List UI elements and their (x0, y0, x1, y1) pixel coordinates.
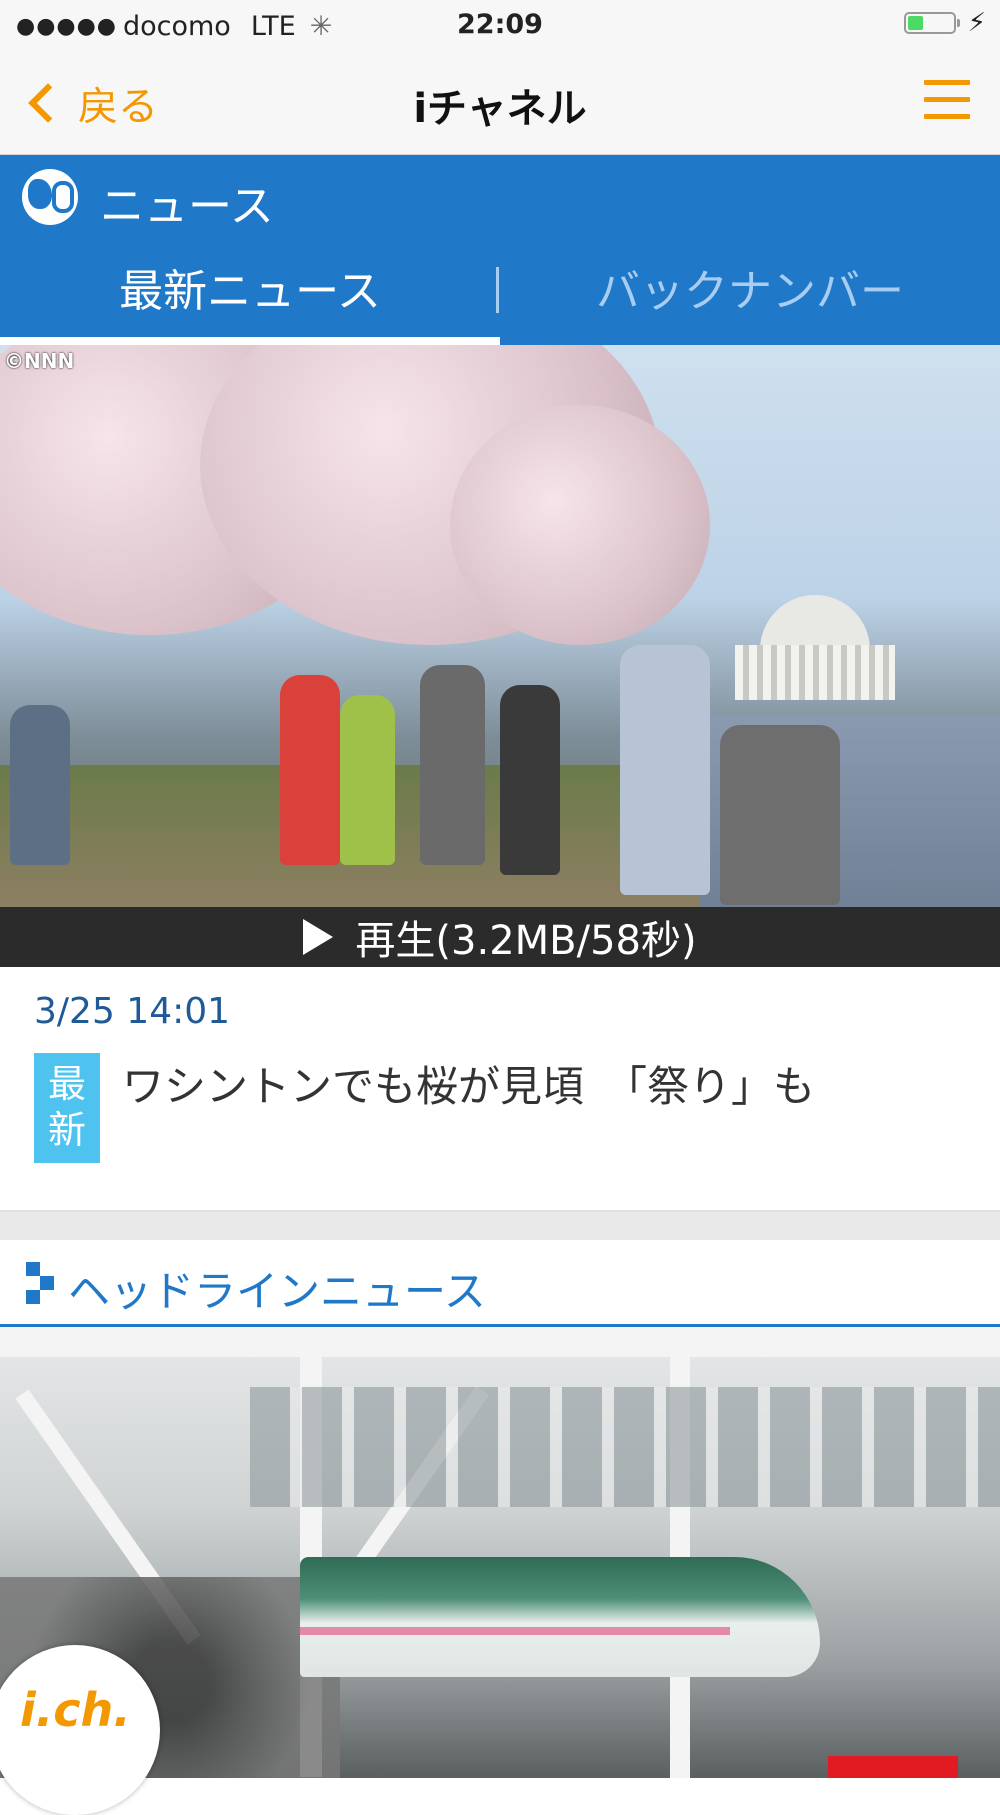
tab-divider (496, 267, 499, 313)
station-windows (250, 1387, 1000, 1507)
charging-icon: ⚡ (967, 8, 986, 38)
battery-icon (904, 12, 960, 34)
visitor-figure (500, 685, 560, 875)
news-banner-red (828, 1756, 958, 1778)
cherry-tree (450, 405, 710, 645)
tab-latest-news[interactable]: 最新ニュース (0, 255, 500, 319)
article-date: 3/25 14:01 (34, 991, 231, 1032)
page-title: iチャネル (413, 86, 587, 132)
train-stripe (300, 1627, 730, 1635)
latest-badge: 最新 (34, 1053, 100, 1163)
play-label: 再生(3.2MB/58秒) (355, 918, 697, 964)
section-title: ニュース (100, 181, 274, 232)
news-globe-mic-icon (22, 169, 78, 225)
menu-line (924, 114, 970, 119)
ich-floating-button[interactable]: i.ch. (0, 1645, 160, 1815)
station-beam (0, 1327, 1000, 1357)
visitor-figure (420, 665, 485, 865)
featured-article[interactable]: 3/25 14:01 最新 ワシントンでも桜が見頃 「祭り」も (0, 967, 1000, 1212)
visitor-figure (620, 645, 710, 895)
section-divider (0, 1212, 1000, 1240)
microphone-shape (52, 181, 74, 213)
shinkansen-train (300, 1557, 820, 1677)
menu-line (924, 80, 970, 85)
news-section-header: ニュース 最新ニュース バックナンバー (0, 155, 1000, 345)
menu-line (924, 97, 970, 102)
visitor-figure (280, 675, 340, 865)
headline-news-header: ヘッドラインニュース (0, 1240, 1000, 1327)
play-icon (303, 919, 334, 955)
headline-section-icon (26, 1262, 56, 1304)
status-bar: ●●●●● docomo LTE ✳ 22:09 ⚡ (0, 0, 1000, 50)
featured-news-image[interactable]: ©NNN (0, 345, 1000, 907)
ich-logo: i.ch. (20, 1683, 131, 1737)
image-credit: ©NNN (4, 349, 75, 373)
article-headline[interactable]: ワシントンでも桜が見頃 「祭り」も (122, 1053, 815, 1114)
headline-news-label[interactable]: ヘッドラインニュース (68, 1258, 486, 1319)
battery-level (908, 16, 923, 30)
visitor-figure (340, 695, 395, 865)
navigation-bar: 戻る iチャネル (0, 50, 1000, 155)
globe-land-shape (28, 179, 52, 209)
active-tab-indicator (0, 337, 500, 345)
status-time: 22:09 (457, 9, 543, 40)
memorial-columns (735, 645, 895, 700)
hamburger-menu-icon[interactable] (924, 80, 970, 122)
tab-back-number[interactable]: バックナンバー (500, 255, 1000, 319)
play-video-button[interactable]: 再生(3.2MB/58秒) (0, 907, 1000, 967)
visitor-figure (10, 705, 70, 865)
visitor-figure (720, 725, 840, 905)
